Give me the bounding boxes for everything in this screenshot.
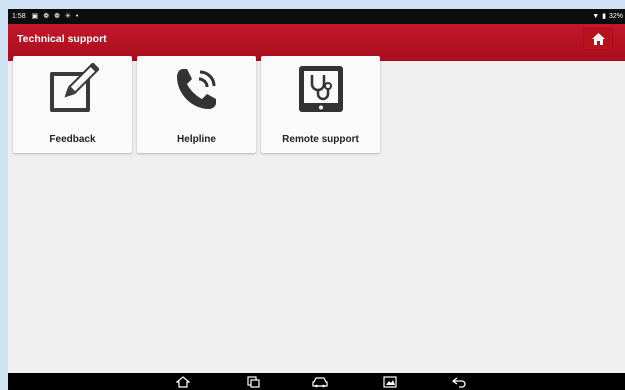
wifi-icon: ▼ — [592, 13, 600, 20]
gear-icon: ❁ — [43, 13, 50, 20]
helpline-tile[interactable]: Helpline — [137, 56, 256, 153]
battery-icon: ▮ — [602, 13, 606, 20]
feedback-tile[interactable]: Feedback — [13, 56, 132, 153]
navigation-bar — [8, 373, 625, 390]
phone-ringing-icon — [176, 69, 216, 109]
dot-icon: • — [75, 13, 79, 20]
pencil-edit-icon — [49, 63, 99, 112]
status-bar: 1:58 ▣ ❁ ❁ ✳ • ▼ ▮ 32% — [8, 9, 625, 24]
tile-label-feedback: Feedback — [49, 134, 96, 145]
recent-apps-icon[interactable] — [246, 376, 260, 388]
status-time: 1:58 — [12, 13, 26, 20]
main-content: Feedback Helpline Remote support — [8, 53, 625, 373]
remote-support-tile[interactable]: Remote support — [261, 56, 380, 153]
home-icon — [591, 33, 605, 45]
back-icon[interactable] — [452, 376, 466, 388]
home-icon[interactable] — [176, 376, 190, 388]
image-icon: ▣ — [31, 13, 39, 20]
tile-label-remote-support: Remote support — [282, 134, 359, 145]
stethoscope-tablet-icon — [298, 66, 343, 112]
car-icon[interactable] — [311, 376, 329, 388]
page-title: Technical support — [17, 33, 107, 45]
sync-icon: ✳ — [65, 13, 71, 20]
screenshot-icon[interactable] — [383, 376, 397, 388]
device-screen: 1:58 ▣ ❁ ❁ ✳ • ▼ ▮ 32% Technical support — [8, 9, 625, 390]
gear-icon: ❁ — [54, 13, 60, 20]
home-button[interactable] — [583, 28, 613, 50]
battery-text: 32% — [608, 13, 623, 20]
tile-label-helpline: Helpline — [177, 134, 216, 145]
